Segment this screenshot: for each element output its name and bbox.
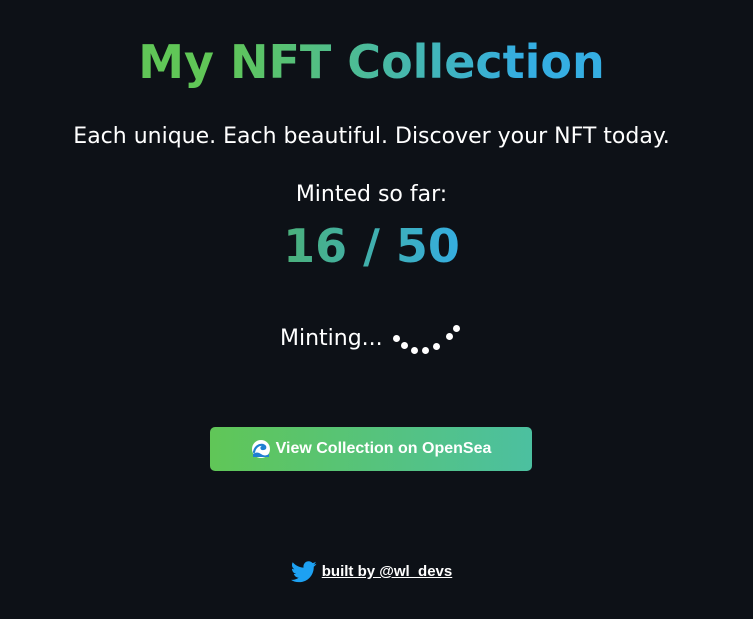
view-collection-button[interactable]: View Collection on OpenSea	[210, 427, 532, 471]
spinner-dot	[410, 347, 418, 354]
spinner-dot	[432, 343, 440, 350]
built-by-link[interactable]: built by @wl_devs	[322, 560, 453, 584]
minting-text: Minting...	[280, 326, 383, 351]
spinner-dot	[400, 342, 408, 349]
footer: built by @wl_devs	[0, 560, 743, 584]
minted-count: 16 / 50	[0, 216, 743, 276]
twitter-icon	[290, 561, 317, 583]
wave-icon	[251, 440, 270, 458]
minted-label: Minted so far:	[295, 182, 448, 207]
loading-spinner-icon	[387, 309, 467, 369]
page-title: My NFT Collection	[0, 30, 743, 94]
page-subtitle: Each unique. Each beautiful. Discover yo…	[73, 124, 670, 149]
minting-status: Minting...	[280, 322, 467, 356]
spinner-dot	[452, 325, 460, 332]
spinner-dot	[445, 333, 453, 340]
spinner-dot	[421, 347, 429, 354]
view-collection-label: View Collection on OpenSea	[275, 440, 492, 457]
spinner-dot	[392, 335, 400, 342]
page: My NFT Collection Each unique. Each beau…	[0, 0, 753, 619]
